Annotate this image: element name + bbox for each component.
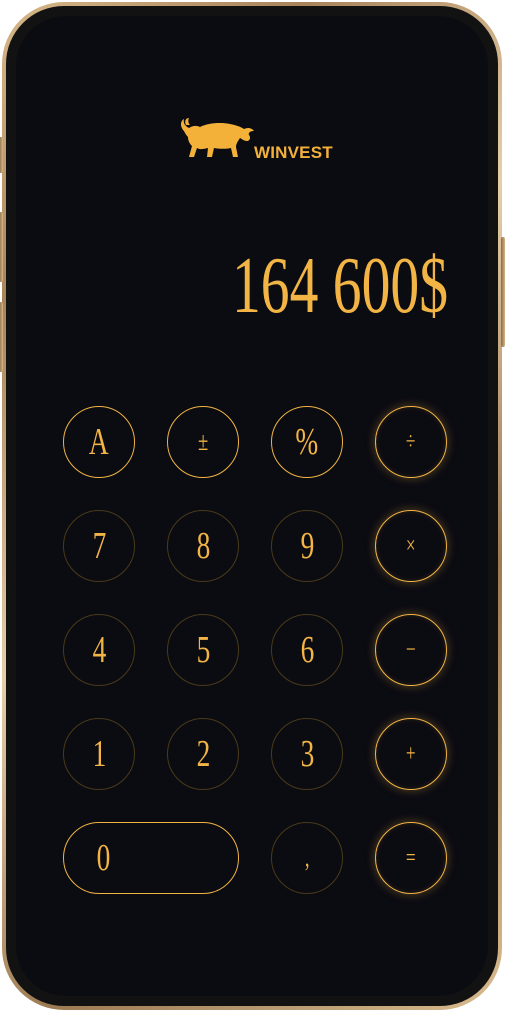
digit-9-button[interactable]: 9 — [271, 510, 343, 582]
brand-name: WINVEST — [254, 143, 333, 162]
calculator-screen: WINVEST 164 600$ A ± % ÷ 7 8 9 × 4 5 6 −… — [16, 16, 488, 996]
digit-7-button[interactable]: 7 — [63, 510, 135, 582]
mute-switch — [0, 137, 3, 173]
add-button[interactable]: + — [375, 718, 447, 790]
digit-6-button[interactable]: 6 — [271, 614, 343, 686]
percent-button[interactable]: % — [271, 406, 343, 478]
clear-button[interactable]: A — [63, 406, 135, 478]
digit-1-button[interactable]: 1 — [63, 718, 135, 790]
digit-0-button[interactable]: 0 — [63, 822, 239, 894]
digit-4-button[interactable]: 4 — [63, 614, 135, 686]
digit-8-button[interactable]: 8 — [167, 510, 239, 582]
multiply-button[interactable]: × — [375, 510, 447, 582]
digit-2-button[interactable]: 2 — [167, 718, 239, 790]
volume-down-button — [0, 302, 3, 372]
brand-logo: WINVEST — [178, 114, 333, 170]
equals-button[interactable]: = — [375, 822, 447, 894]
phone-frame: WINVEST 164 600$ A ± % ÷ 7 8 9 × 4 5 6 −… — [0, 2, 505, 1010]
decimal-button[interactable]: , — [271, 822, 343, 894]
volume-up-button — [0, 212, 3, 282]
power-button — [501, 237, 505, 347]
digit-5-button[interactable]: 5 — [167, 614, 239, 686]
digit-3-button[interactable]: 3 — [271, 718, 343, 790]
subtract-button[interactable]: − — [375, 614, 447, 686]
phone-bezel: WINVEST 164 600$ A ± % ÷ 7 8 9 × 4 5 6 −… — [6, 6, 498, 1006]
bull-icon — [181, 118, 254, 157]
plus-minus-button[interactable]: ± — [167, 406, 239, 478]
result-display: 164 600$ — [231, 242, 448, 330]
divide-button[interactable]: ÷ — [375, 406, 447, 478]
